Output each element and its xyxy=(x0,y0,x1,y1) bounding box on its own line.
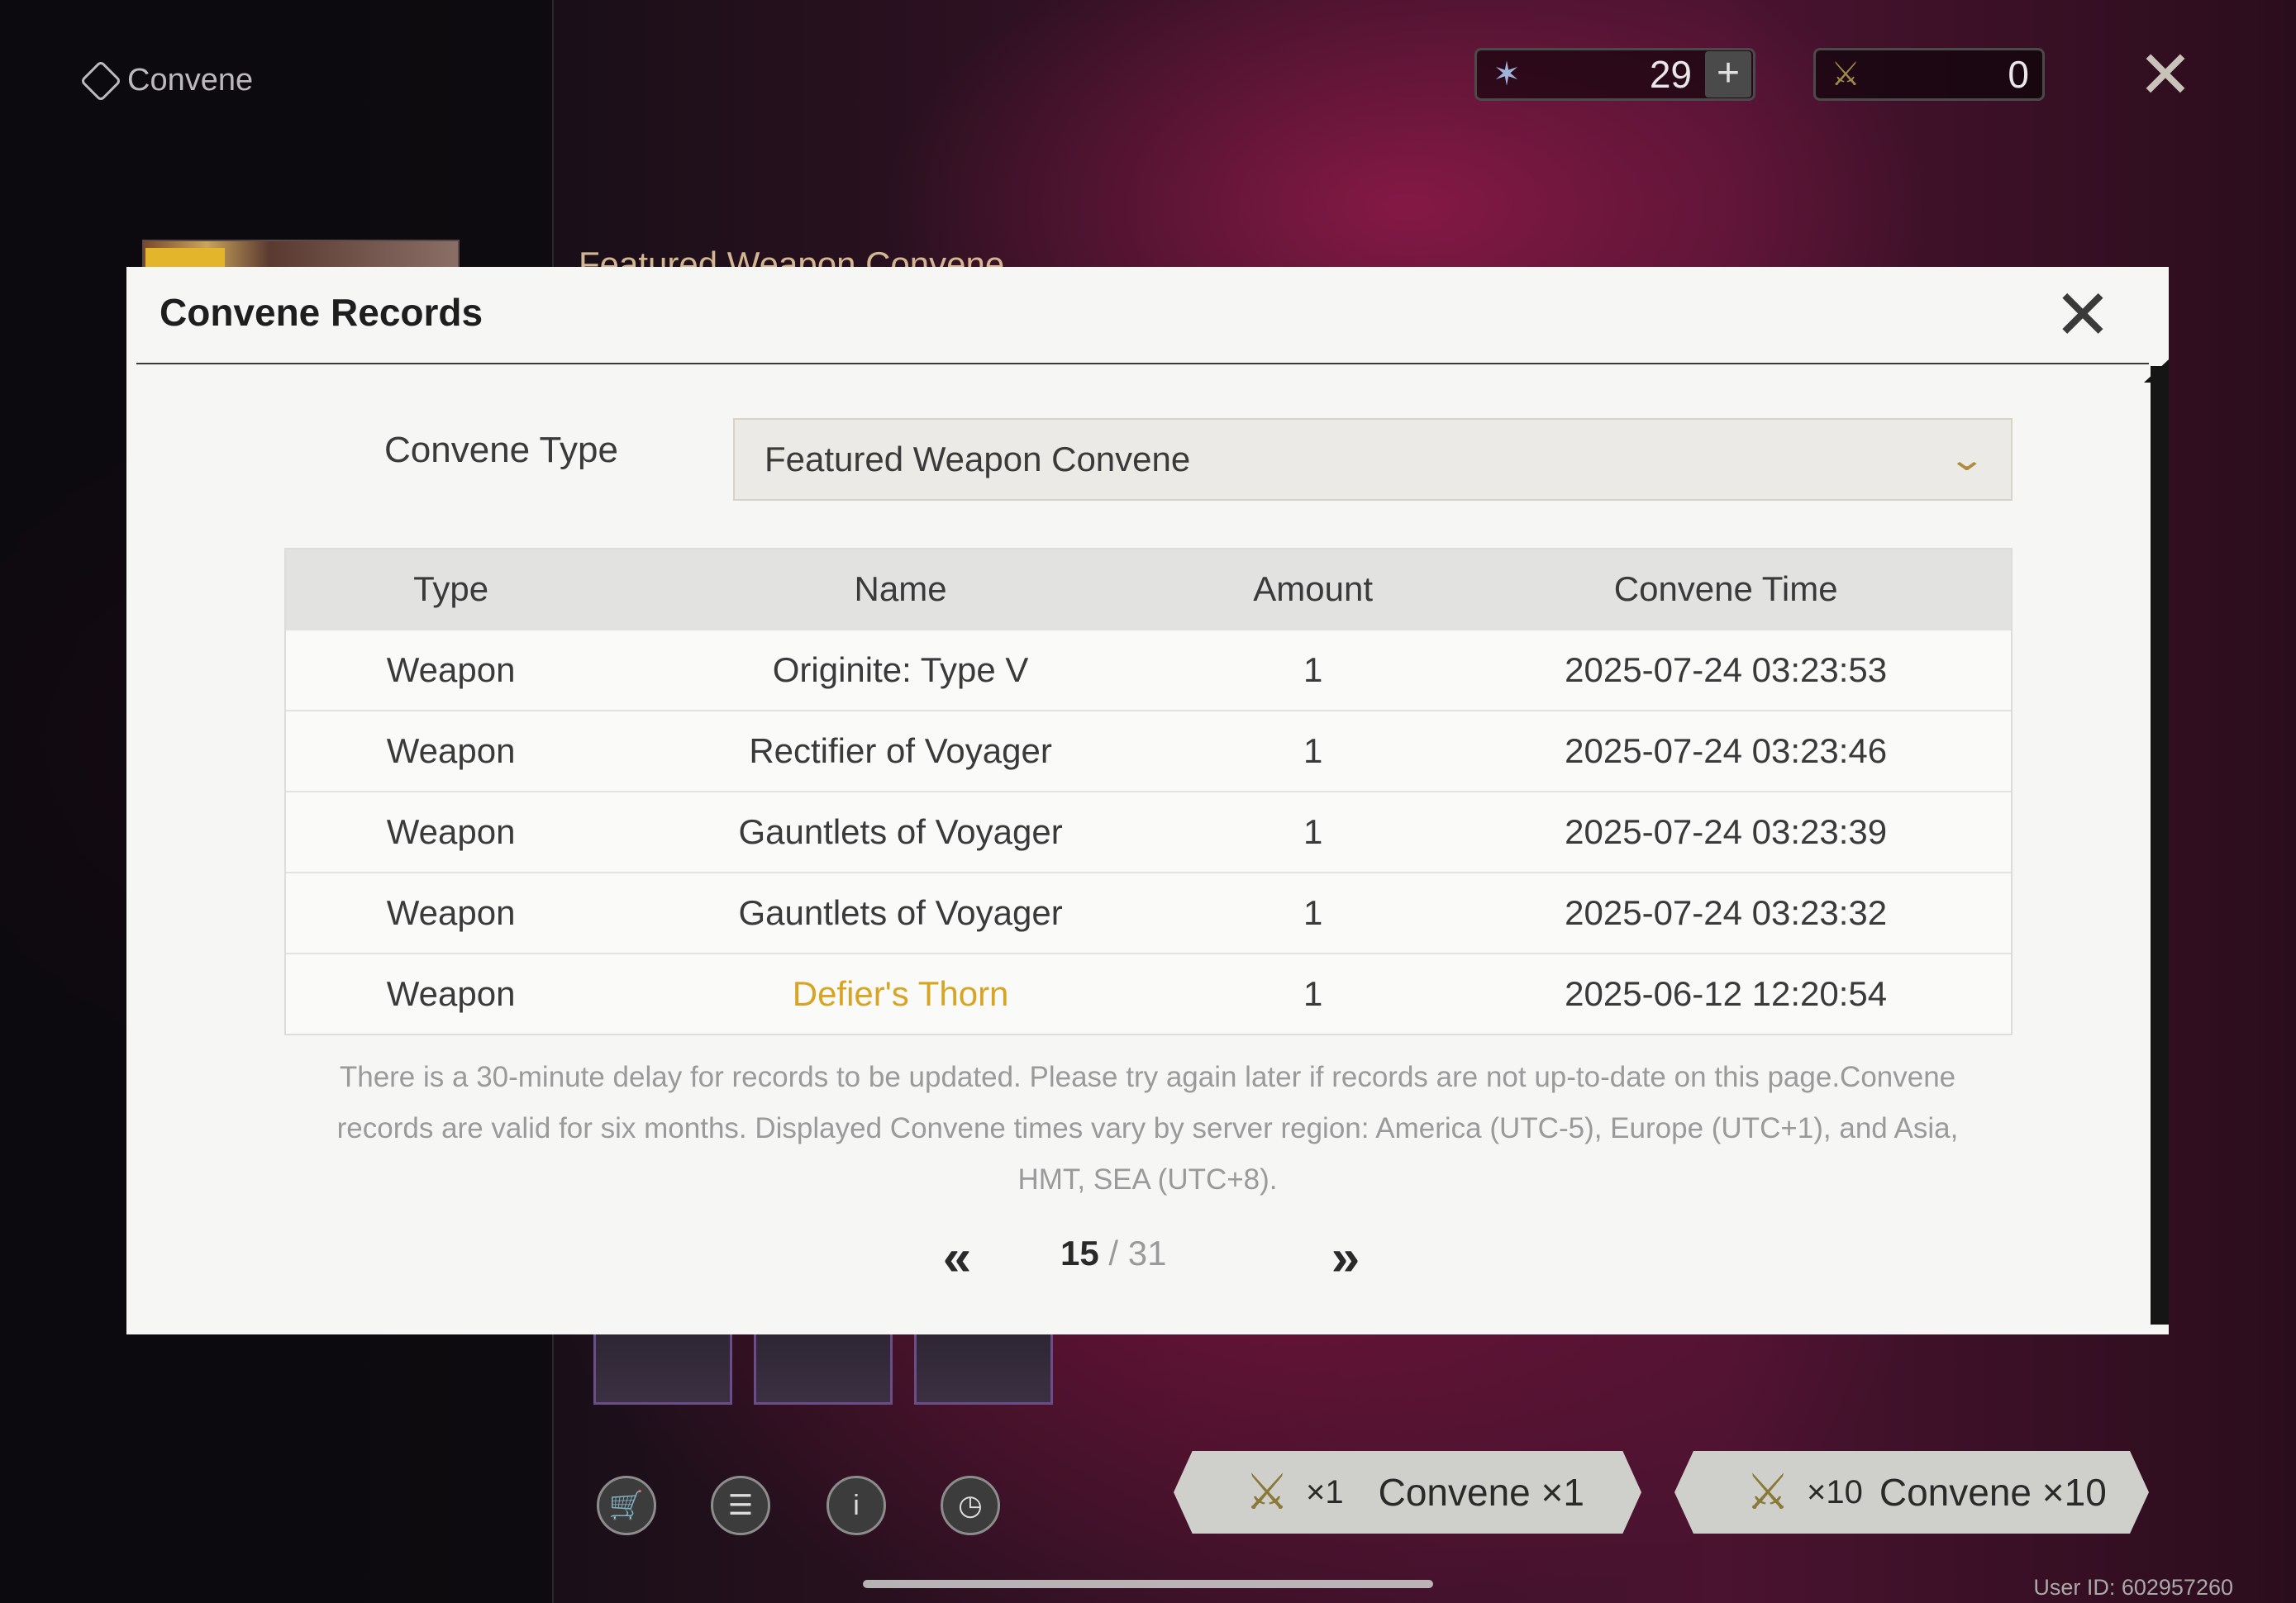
home-indicator xyxy=(863,1580,1433,1588)
records-table: Type Name Amount Convene Time Weapon Ori… xyxy=(284,548,2013,1035)
brand: Convene xyxy=(79,59,254,102)
records-notice: There is a 30-minute delay for records t… xyxy=(336,1061,1959,1196)
cell-time: 2025-06-12 12:20:54 xyxy=(1565,974,1888,1013)
table-row: Weapon Gauntlets of Voyager 1 2025-07-24… xyxy=(286,872,2011,953)
history-clock-icon[interactable]: ◷ xyxy=(941,1476,1000,1535)
cell-amount: 1 xyxy=(1303,650,1323,689)
cell-amount: 1 xyxy=(1303,974,1323,1013)
cell-time: 2025-07-24 03:23:32 xyxy=(1565,893,1888,932)
cell-time: 2025-07-24 03:23:46 xyxy=(1565,731,1888,770)
weapon-slot[interactable] xyxy=(754,1322,893,1405)
add-currency-button[interactable]: + xyxy=(1705,51,1751,98)
previous-page-icon[interactable]: « xyxy=(924,1225,990,1291)
table-row: Weapon Originite: Type V 1 2025-07-24 03… xyxy=(286,629,2011,710)
cell-type: Weapon xyxy=(386,812,516,851)
currency-value: 29 xyxy=(1649,53,1692,96)
cell-time: 2025-07-24 03:23:39 xyxy=(1565,812,1888,851)
header-amount: Amount xyxy=(1253,569,1373,608)
shop-cart-icon[interactable]: 🛒 xyxy=(597,1476,656,1535)
weapon-slot[interactable] xyxy=(914,1322,1053,1405)
convene-logo-icon xyxy=(79,59,122,102)
convene-x1-button[interactable]: ⚔ ×1 Convene ×1 xyxy=(1174,1451,1641,1534)
table-row: Weapon Defier's Thorn 1 2025-06-12 12:20… xyxy=(286,953,2011,1034)
table-row: Weapon Rectifier of Voyager 1 2025-07-24… xyxy=(286,710,2011,791)
cell-name: Gauntlets of Voyager xyxy=(738,893,1063,932)
event-tag xyxy=(145,248,225,268)
pull-label: Convene ×10 xyxy=(1879,1471,2107,1514)
title-divider xyxy=(136,363,2149,364)
pull-cost: ×1 xyxy=(1306,1473,1344,1510)
cell-amount: 1 xyxy=(1303,731,1323,770)
forging-tide-icon: ⚔ xyxy=(1746,1464,1790,1520)
cell-type: Weapon xyxy=(386,974,516,1013)
current-page: 15 xyxy=(1060,1234,1099,1272)
currency-value: 0 xyxy=(2008,53,2029,96)
cell-name: Gauntlets of Voyager xyxy=(738,812,1063,851)
cell-time: 2025-07-24 03:23:53 xyxy=(1565,650,1888,689)
header-name: Name xyxy=(854,569,947,608)
cell-name: Originite: Type V xyxy=(772,650,1029,689)
radiant-tide-icon: ✶ xyxy=(1493,56,1521,93)
modal-frame-rail xyxy=(2151,366,2169,1325)
close-icon[interactable]: ✕ xyxy=(2053,280,2113,350)
modal-frame-corner xyxy=(2144,267,2169,383)
pull-cost: ×10 xyxy=(1807,1473,1863,1510)
forging-tide-icon: ⚔ xyxy=(1245,1464,1289,1520)
next-page-icon[interactable]: » xyxy=(1312,1225,1379,1291)
pagination: « 15 / 31 » xyxy=(126,1225,2169,1291)
cell-type: Weapon xyxy=(386,893,516,932)
currency-forging-tide: ⚔ 0 xyxy=(1813,48,2045,101)
currency-radiant-tide: ✶ 29 + xyxy=(1474,48,1755,101)
convene-x10-button[interactable]: ⚔ ×10 Convene ×10 xyxy=(1674,1451,2149,1534)
cell-type: Weapon xyxy=(386,650,516,689)
total-pages: 31 xyxy=(1127,1234,1167,1272)
app-title: Convene xyxy=(127,63,254,98)
pull-label: Convene ×1 xyxy=(1378,1471,1584,1514)
cell-name: Rectifier of Voyager xyxy=(749,731,1052,770)
page-separator: / xyxy=(1108,1234,1119,1272)
weapon-slot[interactable] xyxy=(593,1322,732,1405)
user-id: User ID: 602957260 xyxy=(2033,1575,2233,1600)
cell-amount: 1 xyxy=(1303,893,1323,932)
table-row: Weapon Gauntlets of Voyager 1 2025-07-24… xyxy=(286,791,2011,872)
table-header: Type Name Amount Convene Time xyxy=(286,549,2011,629)
convene-type-dropdown[interactable]: Featured Weapon Convene ⌄ xyxy=(733,418,2013,501)
convene-type-value: Featured Weapon Convene xyxy=(765,440,1191,478)
forging-tide-icon: ⚔ xyxy=(1831,56,1860,93)
dialog-title: Convene Records xyxy=(160,291,483,334)
convene-type-label: Convene Type xyxy=(384,430,618,470)
header-time: Convene Time xyxy=(1613,569,1838,608)
cell-name-featured: Defier's Thorn xyxy=(792,974,1009,1013)
header-type: Type xyxy=(413,569,489,608)
convene-records-dialog: Convene Records ✕ Convene Type Featured … xyxy=(126,267,2169,1334)
details-icon[interactable]: ☰ xyxy=(711,1476,770,1535)
chevron-down-icon: ⌄ xyxy=(1947,441,1987,478)
close-icon[interactable]: ✕ xyxy=(2136,42,2195,108)
cell-amount: 1 xyxy=(1303,812,1323,851)
page-indicator: 15 / 31 xyxy=(1060,1234,1166,1273)
info-icon[interactable]: i xyxy=(826,1476,886,1535)
cell-type: Weapon xyxy=(386,731,516,770)
